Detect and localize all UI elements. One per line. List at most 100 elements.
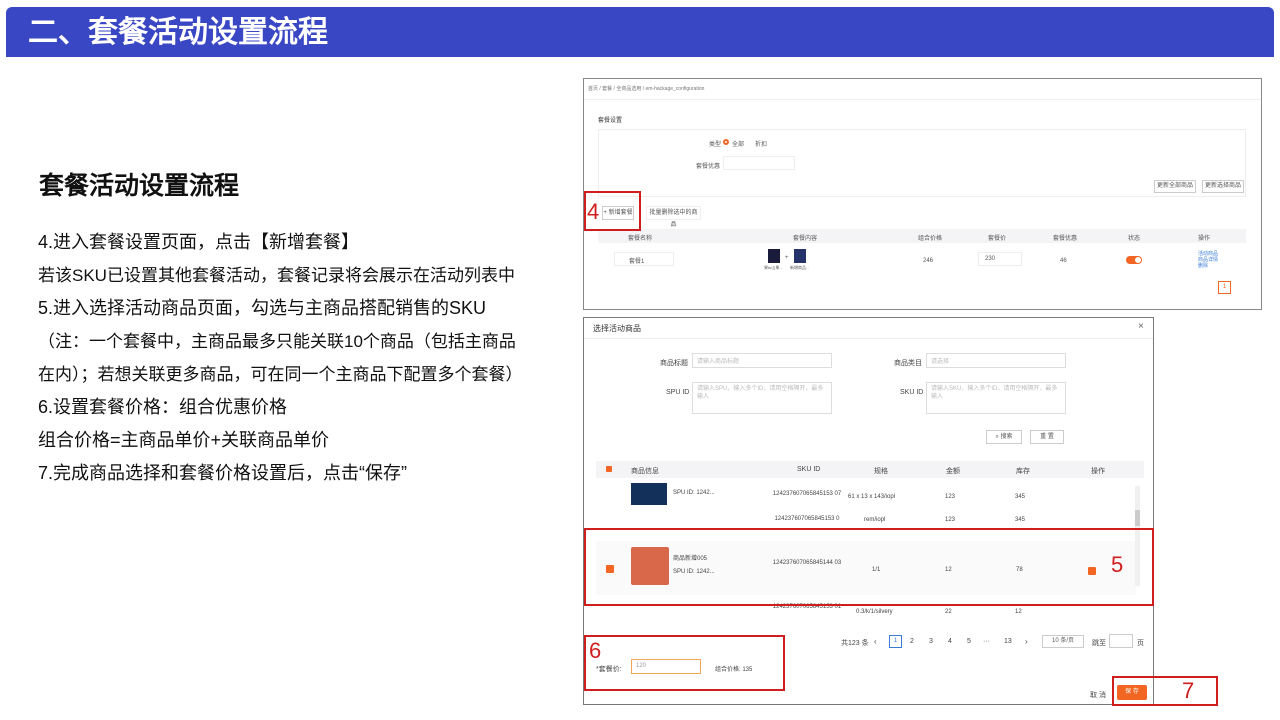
plus-sign: + [785,255,789,261]
search-button[interactable]: ⌕ 搜索 [986,430,1022,444]
sku-label: SKU ID [900,389,924,396]
package-price-input[interactable]: 230 [978,252,1022,266]
col-header: 操作 [1198,236,1211,242]
total-count: 共123 条 [841,640,869,647]
sku-text: 124237607065845153 0 [774,516,840,522]
prev-page-icon[interactable]: ‹ [874,637,877,646]
product-name: 果to山果... [764,265,783,270]
instruction-line: 组合价格=主商品单价+关联商品单价 [38,430,330,450]
stock-text: 345 [1015,517,1026,523]
spu-label: SPU ID [666,389,690,396]
search-button-label: 搜索 [1000,434,1013,440]
stock-text: 345 [1015,494,1026,500]
col-header: 库存 [1016,468,1030,475]
spu-text: SPU ID: 1242... [673,490,715,496]
page-button[interactable]: 13 [1004,638,1012,645]
col-header: 套餐名称 [628,236,653,242]
scrollbar-thumb[interactable] [1135,510,1140,526]
col-header: SKU ID [797,466,821,473]
table-header: 套餐名称 套餐内容 组合价格 套餐价 套餐优惠 状态 操作 [598,229,1246,243]
col-header: 套餐内容 [793,236,818,242]
jump-input[interactable] [1109,634,1133,648]
close-icon[interactable]: × [1138,321,1144,332]
page-ellipsis[interactable]: ··· [983,638,990,645]
highlight-box-6 [584,635,785,691]
spec-text: rem/iopl [864,517,886,523]
radio-discount-label[interactable]: 折扣 [755,139,767,148]
page-size-select[interactable]: 10 条/页 [1042,635,1084,648]
slide-header: 二、套餐活动设置流程 [6,7,1274,57]
status-toggle[interactable] [1126,256,1142,264]
instruction-line: 在内）；若想关联更多商品，可在同一个主商品下配置多个套餐） [38,365,523,384]
select-all-checkbox[interactable] [606,466,612,472]
table-row: 套餐1 果to山果... + 新增商品... 246 230 46 活动商品 商… [598,245,1246,275]
radio-all[interactable] [723,139,729,145]
package-settings-screenshot: 首页 / 套餐 / 全商品选用 / em-hackage_configurati… [583,78,1262,310]
update-all-button[interactable]: 更新全部商品 [1154,180,1196,193]
product-thumb [768,249,780,263]
combo-price: 246 [923,258,934,264]
step-marker-7: 7 [1182,678,1195,703]
section-title: 套餐设置 [598,118,623,124]
page-number[interactable]: 1 [1218,281,1231,294]
col-header: 规格 [874,468,888,475]
instruction-line: 7.完成商品选择和套餐价格设置后，点击“保存” [38,463,407,483]
instruction-line: 4.进入套餐设置页面，点击【新增套餐】 [38,232,360,252]
highlight-box-7 [1112,676,1218,706]
update-selected-button[interactable]: 更新选择商品 [1202,180,1244,193]
instruction-line: 若该SKU已设置其他套餐活动，套餐记录将会展示在活动列表中 [38,266,515,285]
settings-form: 类型 全部 折扣 套餐优惠 更新全部商品 更新选择商品 [598,129,1246,197]
slide: { "slide": { "header_title": "二、套餐活动设置流程… [0,0,1280,720]
title-input[interactable]: 请输入商品标题 [692,353,832,368]
col-header: 状态 [1128,236,1141,242]
page-button[interactable]: 4 [948,638,952,645]
batch-delete-button[interactable]: 批量删除选中的商品 [646,206,701,228]
package-discount: 46 [1060,258,1067,264]
instruction-line: 6.设置套餐价格：组合优惠价格 [38,397,288,417]
radio-all-label: 全部 [732,142,745,148]
product-thumb [794,249,806,263]
category-select[interactable]: 请选择 [926,353,1066,368]
jump-label: 跳至 [1092,640,1106,647]
table-header: 商品信息 SKU ID 规格 金额 库存 操作 [596,461,1144,478]
product-thumb [631,483,667,505]
page-button[interactable]: 5 [967,638,971,645]
search-icon: ⌕ [995,434,999,440]
product-name: 新增商品... [790,265,810,270]
breadcrumb: 首页 / 套餐 / 全商品选用 / em-hackage_configurati… [588,86,705,92]
title-label: 商品标题 [660,360,688,367]
instruction-line: （注：一个套餐中，主商品最多只能关联10个商品（包括主商品 [38,332,516,351]
cancel-button[interactable]: 取 消 [1090,690,1106,700]
amount-text: 123 [945,494,956,500]
spec-text: 0.3/k/1/silvery [856,609,893,615]
col-header: 组合价格 [918,236,943,242]
step-marker-5: 5 [1111,552,1124,577]
divider [584,99,1261,100]
spu-input[interactable]: 请输入SPU，输入多个ID，请用空格隔开，最多输入 [692,382,832,414]
page-button[interactable]: 3 [929,638,933,645]
package-name-input[interactable]: 套餐1 [614,252,674,266]
col-header: 金额 [946,468,960,475]
col-header: 套餐优惠 [1053,236,1078,242]
discount-label: 套餐优惠 [696,164,721,170]
category-label: 商品类目 [894,360,922,367]
instruction-line: 5.进入选择活动商品页面，勾选与主商品搭配销售的SKU [38,298,487,318]
op-link[interactable]: 删除 [1198,263,1208,269]
type-label: 类型 [709,142,722,148]
step-marker-6: 6 [589,638,602,663]
amount-text: 123 [945,517,956,523]
page-button[interactable]: 2 [910,638,914,645]
reset-button[interactable]: 重 置 [1030,430,1064,444]
highlight-box-5 [584,528,1154,606]
instruction-list: 4.进入套餐设置页面，点击【新增套餐】 若该SKU已设置其他套餐活动，套餐记录将… [38,226,583,490]
sku-text: 124237607065845153 07 [772,491,842,497]
next-page-icon[interactable]: › [1025,637,1028,646]
table-row: SPU ID: 1242... 124237607065845153 07 61… [596,481,1136,509]
spec-text: 61 x 13 x 143/iopl [848,494,896,500]
page-button[interactable]: 1 [889,635,902,648]
col-header: 商品信息 [631,468,659,475]
discount-input[interactable] [723,156,795,170]
op-links[interactable]: 活动商品 商品详情 删除 [1198,251,1218,269]
sku-input[interactable]: 请输入SKU，输入多个ID，请用空格隔开，最多输入 [926,382,1066,414]
divider [584,338,1153,339]
